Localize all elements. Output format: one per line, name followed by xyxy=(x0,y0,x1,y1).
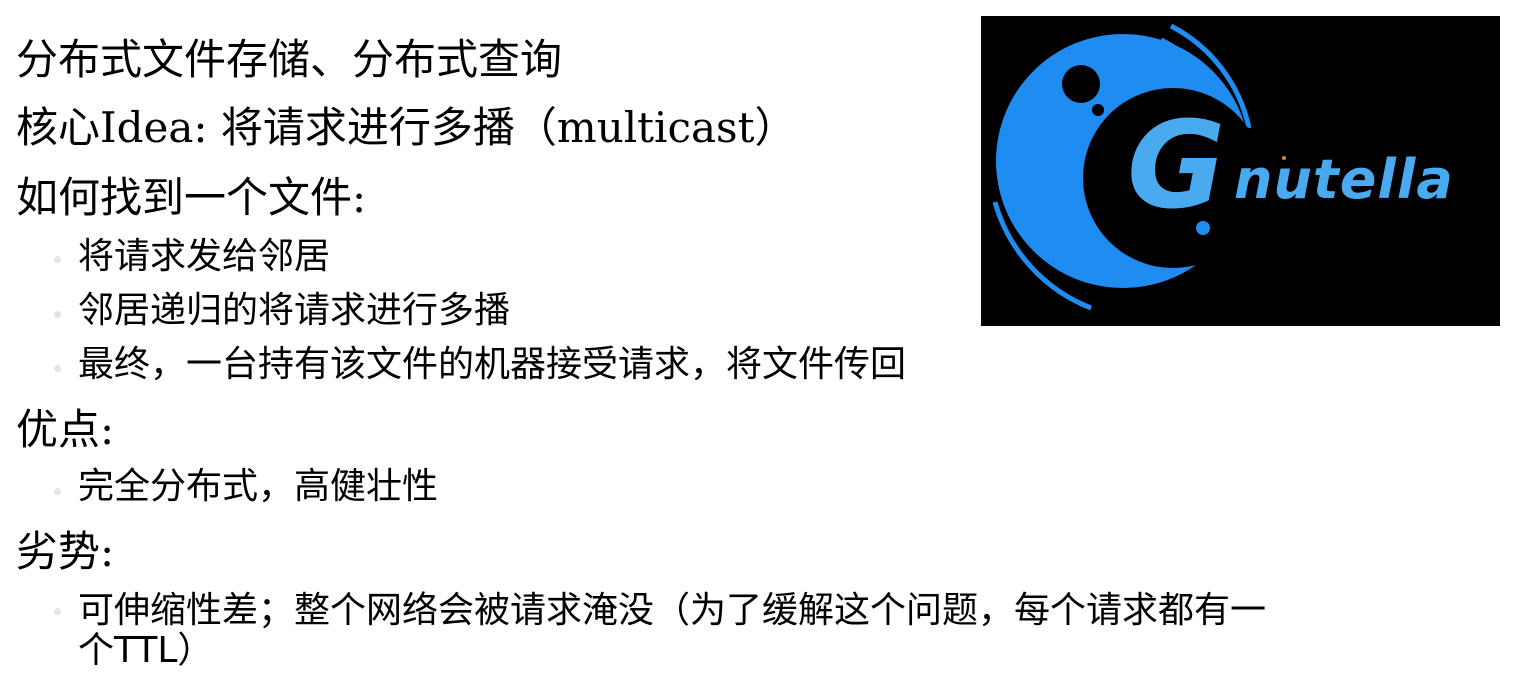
bullet-dot xyxy=(54,256,61,263)
gnutella-logo: G nutella xyxy=(981,16,1500,326)
bullet-poor-scalability-continued: 个TTL） xyxy=(78,630,214,671)
bullet-dot xyxy=(54,488,61,495)
heading-core-idea: 核心Idea: 将请求进行多播（multicast） xyxy=(16,103,797,152)
bullet-recursive-multicast: 邻居递归的将请求进行多播 xyxy=(78,290,511,331)
bullet-machine-returns-file: 最终，一台持有该文件的机器接受请求，将文件传回 xyxy=(78,344,907,385)
heading-distributed-storage: 分布式文件存储、分布式查询 xyxy=(16,35,563,84)
bullet-dot xyxy=(54,311,61,318)
heading-find-file: 如何找到一个文件: xyxy=(16,173,367,222)
bullet-send-to-neighbors: 将请求发给邻居 xyxy=(78,236,331,277)
bullet-dot xyxy=(54,365,61,372)
slide: 分布式文件存储、分布式查询 核心Idea: 将请求进行多播（multicast）… xyxy=(0,0,1514,676)
bullet-fully-distributed: 完全分布式，高健壮性 xyxy=(78,466,439,507)
heading-disadvantages: 劣势: xyxy=(16,527,115,576)
bullet-poor-scalability: 可伸缩性差；整个网络会被请求淹没（为了缓解这个问题，每个请求都有一 xyxy=(78,590,1267,631)
bullet-dot xyxy=(54,608,61,615)
logo-letter: G xyxy=(1127,97,1226,236)
heading-advantages: 优点: xyxy=(16,405,115,454)
logo-wordmark: nutella xyxy=(1234,148,1454,211)
